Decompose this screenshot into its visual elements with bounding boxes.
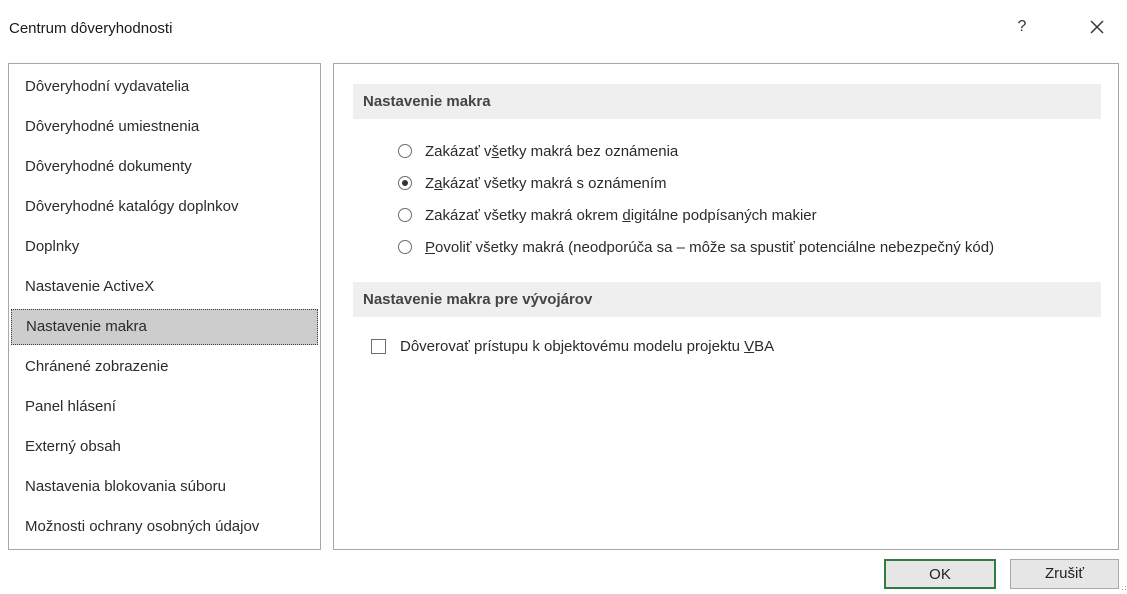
radio-option-disable-with-notify[interactable]: Zakázať všetky makrá s oznámením [398,171,667,195]
radio-button-selected[interactable] [398,176,412,190]
nav-item-trusted-documents[interactable]: Dôveryhodné dokumenty [11,150,318,186]
close-button[interactable] [1084,14,1110,40]
radio-button[interactable] [398,208,412,222]
close-icon [1090,20,1104,34]
nav-item-protected-view[interactable]: Chránené zobrazenie [11,350,318,386]
category-list: Dôveryhodní vydavatelia Dôveryhodné umie… [8,63,321,550]
nav-item-message-bar[interactable]: Panel hlásení [11,390,318,426]
radio-option-disable-except-signed[interactable]: Zakázať všetky makrá okrem digitálne pod… [398,203,817,227]
nav-item-trusted-addin-catalogs[interactable]: Dôveryhodné katalógy doplnkov [11,190,318,226]
radio-label: Zakázať všetky makrá s oznámením [425,174,667,192]
nav-item-privacy-options[interactable]: Možnosti ochrany osobných údajov [11,510,318,546]
vba-trust-checkbox[interactable] [371,338,386,354]
help-button[interactable]: ? [1010,14,1034,40]
radio-option-enable-all[interactable]: Povoliť všetky makrá (neodporúča sa – mô… [398,235,994,259]
nav-item-macro-settings[interactable]: Nastavenie makra [11,309,318,345]
nav-item-trusted-publishers[interactable]: Dôveryhodní vydavatelia [11,70,318,106]
nav-item-file-block-settings[interactable]: Nastavenia blokovania súboru [11,470,318,506]
dialog-title: Centrum dôveryhodnosti [9,20,173,37]
nav-item-trusted-locations[interactable]: Dôveryhodné umiestnenia [11,110,318,146]
cancel-button[interactable]: Zrušiť [1010,559,1119,589]
radio-option-disable-no-notify[interactable]: Zakázať všetky makrá bez oznámenia [398,139,678,163]
nav-item-activex-settings[interactable]: Nastavenie ActiveX [11,270,318,306]
macro-settings-header: Nastavenie makra [353,84,1101,119]
ok-button[interactable]: OK [884,559,996,589]
radio-button[interactable] [398,240,412,254]
developer-settings-header: Nastavenie makra pre vývojárov [353,282,1101,317]
nav-item-external-content[interactable]: Externý obsah [11,430,318,466]
radio-label: Povoliť všetky makrá (neodporúča sa – mô… [425,238,995,256]
nav-item-addins[interactable]: Doplnky [11,230,318,266]
vba-trust-option[interactable]: Dôverovať prístupu k objektovému modelu … [371,334,774,358]
radio-label: Zakázať všetky makrá bez oznámenia [425,142,679,160]
radio-button[interactable] [398,144,412,158]
vba-trust-label: Dôverovať prístupu k objektovému modelu … [400,337,775,355]
settings-panel: Nastavenie makra Zakázať všetky makrá be… [333,63,1119,550]
radio-label: Zakázať všetky makrá okrem digitálne pod… [425,206,817,224]
resize-grip-icon[interactable] [1119,584,1127,592]
